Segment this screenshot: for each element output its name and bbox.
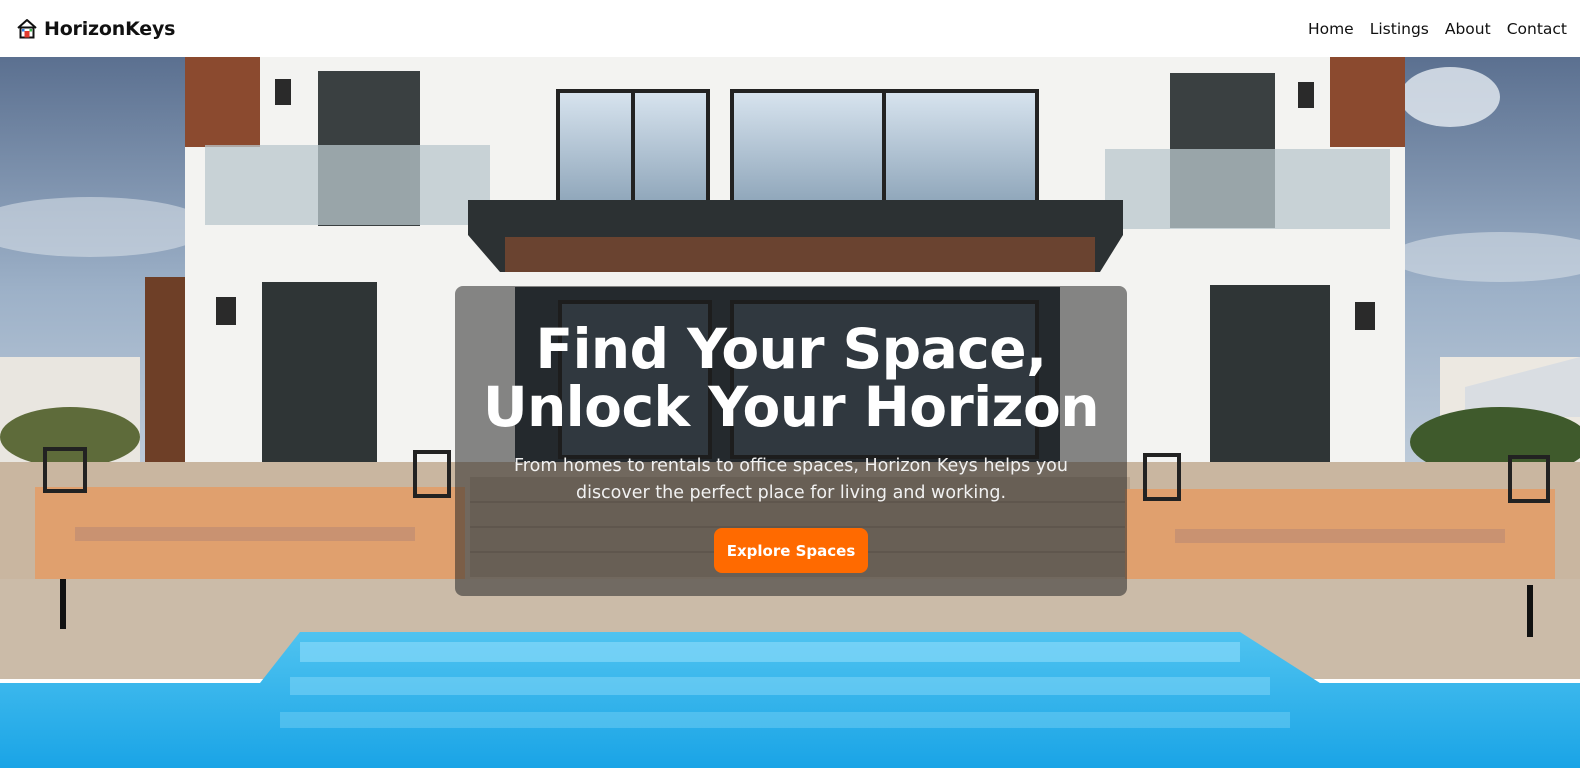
nav-link-listings[interactable]: Listings [1370, 20, 1429, 38]
hero-subtitle: From homes to rentals to office spaces, … [514, 456, 1068, 503]
hero-overlay-card: Find Your Space, Unlock Your Horizon Fro… [455, 286, 1127, 596]
nav-link-home[interactable]: Home [1308, 20, 1354, 38]
nav-link-contact[interactable]: Contact [1507, 20, 1567, 38]
hero-title: Find Your Space, Unlock Your Horizon [482, 317, 1100, 439]
brand[interactable]: HorizonKeys [16, 18, 175, 40]
explore-spaces-button[interactable]: Explore Spaces [714, 528, 868, 573]
nav-links: Home Listings About Contact [1308, 20, 1567, 38]
hero-title-line-1: Find Your Space, [535, 317, 1047, 381]
house-icon [16, 18, 38, 40]
hero-title-line-2: Unlock Your Horizon [482, 375, 1100, 439]
nav-link-about[interactable]: About [1445, 20, 1491, 38]
navbar: HorizonKeys Home Listings About Contact [0, 0, 1580, 57]
hero-section: Find Your Space, Unlock Your Horizon Fro… [0, 57, 1580, 768]
brand-name: HorizonKeys [44, 17, 176, 40]
